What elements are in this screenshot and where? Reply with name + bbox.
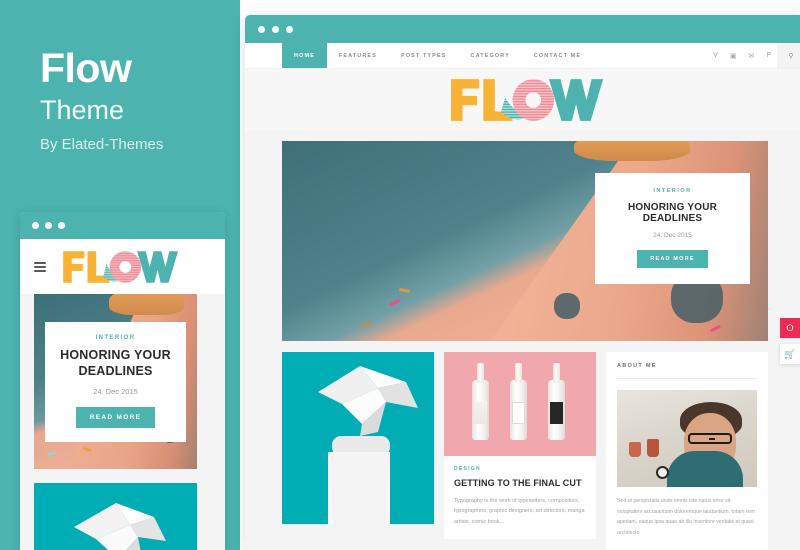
hero-post-category: INTERIOR [653, 188, 692, 194]
about-me-photo [617, 390, 757, 487]
screenshot-root: Flow Theme By Elated-Themes INTERIOR HON… [0, 0, 800, 550]
origami-bird-icon [74, 503, 166, 550]
floating-buttons: ⭘ 🛒 [780, 318, 800, 364]
widget-text: Sed ut perspiciatis unde omnis iste natu… [617, 498, 755, 536]
promo-subtitle: Theme [40, 95, 125, 125]
window-dot-3[interactable] [58, 222, 65, 229]
grid-column-middle: DESIGN GETTING TO THE FINAL CUT Typograp… [444, 352, 596, 550]
post-card-body: DESIGN GETTING TO THE FINAL CUT Typograp… [444, 456, 596, 539]
sprinkle-3 [46, 450, 57, 456]
mobile-post-date: 24. Dec 2015 [93, 387, 138, 397]
mobile-post-title: HONORING YOUR DEADLINES [60, 348, 171, 378]
mobile-featured-post[interactable]: INTERIOR HONORING YOUR DEADLINES 24. Dec… [34, 294, 211, 469]
hero-cone-top [573, 141, 691, 161]
hero-sprinkle-3 [359, 321, 371, 328]
mobile-read-more-button[interactable]: READ MORE [75, 407, 156, 429]
desktop-preview-window: HOME FEATURES POST TYPES CATEGORY CONTAC… [245, 15, 800, 550]
search-icon[interactable]: ⚲ [777, 43, 800, 68]
hero-slider[interactable]: INTERIOR HONORING YOUR DEADLINES 24. Dec… [282, 141, 768, 341]
site-content: INTERIOR HONORING YOUR DEADLINES 24. Dec… [245, 131, 800, 550]
grid-column-left [282, 352, 434, 550]
hero-sprinkle-2 [398, 287, 410, 294]
pinterest-icon[interactable]: P [760, 43, 777, 68]
site-logo-area [245, 69, 800, 131]
cone-top-shape [108, 294, 184, 315]
nav-item-features[interactable]: FEATURES [327, 43, 389, 68]
window-dot-1[interactable] [32, 222, 39, 229]
promo-title: Flow [40, 45, 132, 91]
hero-post-card: INTERIOR HONORING YOUR DEADLINES 24. Dec… [595, 173, 750, 284]
browser-dot-3[interactable] [286, 25, 293, 33]
post-excerpt: Typography is the work of typesetters, c… [454, 498, 585, 525]
bottle-3 [548, 363, 565, 440]
site-navigation-bar: HOME FEATURES POST TYPES CATEGORY CONTAC… [245, 43, 800, 69]
hamburger-icon[interactable] [34, 261, 46, 272]
flow-logo-icon [63, 250, 178, 283]
promo-byline: By Elated-Themes [40, 136, 164, 153]
mobile-header [20, 239, 225, 294]
purchase-badge-button[interactable]: ⭘ [780, 318, 800, 338]
bottle-2 [510, 363, 527, 440]
origami-post-tile[interactable] [282, 352, 434, 524]
hero-post-date: 24. Dec 2015 [653, 232, 692, 239]
shirt-shape [667, 451, 744, 487]
browser-dot-2[interactable] [272, 25, 279, 33]
mobile-content: INTERIOR HONORING YOUR DEADLINES 24. Dec… [20, 294, 225, 550]
bottle-1 [472, 363, 489, 440]
window-dot-2[interactable] [45, 222, 52, 229]
browser-dot-1[interactable] [258, 25, 265, 33]
mobile-logo[interactable] [60, 248, 178, 286]
bottle-3-label [550, 402, 563, 424]
instagram-icon[interactable]: ▣ [724, 43, 743, 68]
hero-read-more-button[interactable]: READ MORE [637, 250, 708, 268]
widget-title: ABOUT ME [617, 363, 757, 379]
site-logo[interactable] [446, 75, 604, 125]
glasses-icon [688, 432, 733, 444]
nav-item-post-types[interactable]: POST TYPES [389, 43, 459, 68]
browser-titlebar [245, 15, 800, 43]
hero-sprinkle-1 [388, 298, 401, 307]
about-me-widget: ABOUT ME Sed ut perspiciatis unde omnis … [606, 352, 768, 550]
mobile-post-category: INTERIOR [95, 335, 136, 341]
origami-bird-icon [318, 366, 418, 524]
nav-social-area: V ▣ ✉ P ⚲ [707, 43, 800, 68]
twitter-icon[interactable]: ✉ [742, 43, 760, 68]
flow-logo-icon [451, 79, 604, 121]
hero-post-title: HONORING YOUR DEADLINES [627, 202, 718, 224]
post-title: GETTING TO THE FINAL CUT [454, 478, 582, 488]
vimeo-icon[interactable]: V [707, 43, 724, 68]
mobile-titlebar [20, 212, 225, 239]
grid-column-sidebar: ABOUT ME Sed ut perspiciatis unde omnis … [606, 352, 768, 550]
nav-item-home[interactable]: HOME [282, 43, 327, 68]
hero-crumb-3 [554, 293, 581, 319]
mobile-preview-window: INTERIOR HONORING YOUR DEADLINES 24. Dec… [20, 212, 225, 550]
mug-2 [647, 439, 659, 457]
bottle-2-label [512, 402, 525, 424]
nav-item-category[interactable]: CATEGORY [459, 43, 522, 68]
mug-1 [629, 442, 641, 457]
nav-menu: HOME FEATURES POST TYPES CATEGORY CONTAC… [282, 43, 593, 68]
cart-button[interactable]: 🛒 [780, 344, 800, 364]
content-grid: DESIGN GETTING TO THE FINAL CUT Typograp… [282, 352, 768, 550]
bottle-1-label [474, 402, 487, 424]
post-featured-image [444, 352, 596, 456]
mobile-post-overlay: INTERIOR HONORING YOUR DEADLINES 24. Dec… [45, 322, 186, 443]
nav-item-contact-me[interactable]: CONTACT ME [522, 43, 593, 68]
post-card[interactable]: DESIGN GETTING TO THE FINAL CUT Typograp… [444, 352, 596, 540]
post-category: DESIGN [454, 466, 481, 472]
mobile-second-post-image[interactable] [34, 483, 197, 550]
